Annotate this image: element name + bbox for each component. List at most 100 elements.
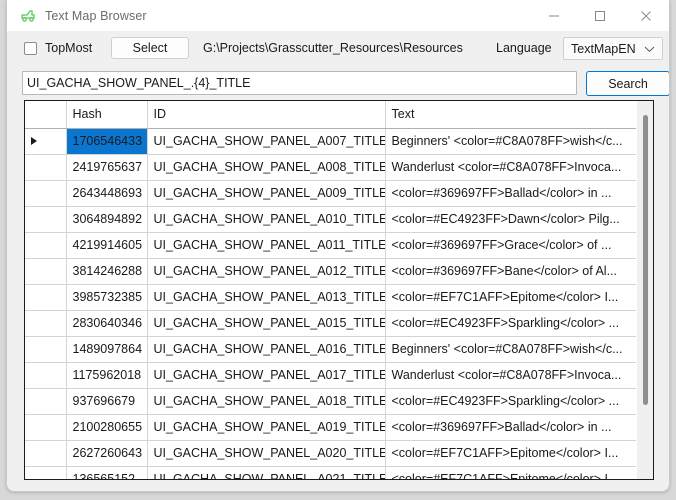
chevron-down-icon bbox=[644, 45, 655, 53]
cell-text[interactable]: Beginners' <color=#C8A078FF>wish</c... bbox=[385, 128, 637, 154]
cell-text[interactable]: <color=#369697FF>Bane</color> of Al... bbox=[385, 258, 637, 284]
cell-id[interactable]: UI_GACHA_SHOW_PANEL_A019_TITLE bbox=[147, 414, 385, 440]
table-row[interactable]: 2419765637UI_GACHA_SHOW_PANEL_A008_TITLE… bbox=[25, 154, 637, 180]
cell-id[interactable]: UI_GACHA_SHOW_PANEL_A007_TITLE bbox=[147, 128, 385, 154]
cell-text[interactable]: <color=#EC4923FF>Dawn</color> Pilg... bbox=[385, 206, 637, 232]
cell-id[interactable]: UI_GACHA_SHOW_PANEL_A008_TITLE bbox=[147, 154, 385, 180]
cell-text[interactable]: <color=#EC4923FF>Sparkling</color> ... bbox=[385, 310, 637, 336]
table-row[interactable]: 1489097864UI_GACHA_SHOW_PANEL_A016_TITLE… bbox=[25, 336, 637, 362]
cell-text[interactable]: Wanderlust <color=#C8A078FF>Invoca... bbox=[385, 154, 637, 180]
table-header-row: Hash ID Text bbox=[25, 101, 637, 128]
cell-hash[interactable]: 1706546433 bbox=[66, 128, 147, 154]
cell-text[interactable]: <color=#369697FF>Ballad</color> in ... bbox=[385, 414, 637, 440]
cell-id[interactable]: UI_GACHA_SHOW_PANEL_A018_TITLE bbox=[147, 388, 385, 414]
table-row[interactable]: 2100280655UI_GACHA_SHOW_PANEL_A019_TITLE… bbox=[25, 414, 637, 440]
cell-id[interactable]: UI_GACHA_SHOW_PANEL_A021_TITLE bbox=[147, 466, 385, 479]
cell-id[interactable]: UI_GACHA_SHOW_PANEL_A015_TITLE bbox=[147, 310, 385, 336]
cell-hash[interactable]: 3814246288 bbox=[66, 258, 147, 284]
cell-hash[interactable]: 2100280655 bbox=[66, 414, 147, 440]
row-indicator-cell[interactable] bbox=[25, 284, 66, 310]
cell-text[interactable]: Beginners' <color=#C8A078FF>wish</c... bbox=[385, 336, 637, 362]
cell-text[interactable]: <color=#EF7C1AFF>Epitome</color> I... bbox=[385, 284, 637, 310]
select-button[interactable]: Select bbox=[111, 37, 189, 59]
column-header-indicator[interactable] bbox=[25, 101, 66, 128]
window-title: Text Map Browser bbox=[45, 9, 147, 23]
table-row[interactable]: 2830640346UI_GACHA_SHOW_PANEL_A015_TITLE… bbox=[25, 310, 637, 336]
row-indicator-cell[interactable] bbox=[25, 258, 66, 284]
cell-text[interactable]: Wanderlust <color=#C8A078FF>Invoca... bbox=[385, 362, 637, 388]
row-indicator-cell[interactable] bbox=[25, 206, 66, 232]
cell-id[interactable]: UI_GACHA_SHOW_PANEL_A011_TITLE bbox=[147, 232, 385, 258]
search-button[interactable]: Search bbox=[586, 71, 670, 96]
topmost-label: TopMost bbox=[45, 41, 92, 55]
column-header-id[interactable]: ID bbox=[147, 101, 385, 128]
table-row[interactable]: 3814246288UI_GACHA_SHOW_PANEL_A012_TITLE… bbox=[25, 258, 637, 284]
table-row[interactable]: 4219914605UI_GACHA_SHOW_PANEL_A011_TITLE… bbox=[25, 232, 637, 258]
table-row[interactable]: 3985732385UI_GACHA_SHOW_PANEL_A013_TITLE… bbox=[25, 284, 637, 310]
table-row[interactable]: 2643448693UI_GACHA_SHOW_PANEL_A009_TITLE… bbox=[25, 180, 637, 206]
row-indicator-cell[interactable] bbox=[25, 128, 66, 154]
close-icon[interactable] bbox=[623, 0, 669, 31]
row-indicator-cell[interactable] bbox=[25, 362, 66, 388]
cell-text[interactable]: <color=#EC4923FF>Sparkling</color> ... bbox=[385, 388, 637, 414]
language-selected-value: TextMapEN bbox=[571, 42, 644, 56]
grid-scroll-area: Hash ID Text 1706546433UI_GACHA_SHOW_PAN… bbox=[25, 101, 637, 479]
row-indicator-cell[interactable] bbox=[25, 232, 66, 258]
cell-hash[interactable]: 1175962018 bbox=[66, 362, 147, 388]
row-indicator-cell[interactable] bbox=[25, 414, 66, 440]
grid-vertical-scrollbar-thumb[interactable] bbox=[643, 115, 648, 405]
table-row[interactable]: 3064894892UI_GACHA_SHOW_PANEL_A010_TITLE… bbox=[25, 206, 637, 232]
search-row: Search bbox=[7, 68, 669, 98]
cell-id[interactable]: UI_GACHA_SHOW_PANEL_A020_TITLE bbox=[147, 440, 385, 466]
topmost-checkbox-group[interactable]: TopMost bbox=[24, 41, 92, 55]
cell-hash[interactable]: 3064894892 bbox=[66, 206, 147, 232]
results-table: Hash ID Text 1706546433UI_GACHA_SHOW_PAN… bbox=[25, 101, 637, 479]
column-header-text[interactable]: Text bbox=[385, 101, 637, 128]
cell-hash[interactable]: 2419765637 bbox=[66, 154, 147, 180]
topmost-checkbox[interactable] bbox=[24, 42, 37, 55]
cell-id[interactable]: UI_GACHA_SHOW_PANEL_A017_TITLE bbox=[147, 362, 385, 388]
cell-hash[interactable]: 937696679 bbox=[66, 388, 147, 414]
cell-text[interactable]: <color=#EF7C1AFF>Epitome</color> I... bbox=[385, 466, 637, 479]
cell-id[interactable]: UI_GACHA_SHOW_PANEL_A016_TITLE bbox=[147, 336, 385, 362]
row-indicator-cell[interactable] bbox=[25, 336, 66, 362]
table-row[interactable]: 1706546433UI_GACHA_SHOW_PANEL_A007_TITLE… bbox=[25, 128, 637, 154]
row-indicator-cell[interactable] bbox=[25, 310, 66, 336]
cell-text[interactable]: <color=#369697FF>Ballad</color> in ... bbox=[385, 180, 637, 206]
window-controls bbox=[531, 0, 669, 31]
row-indicator-cell[interactable] bbox=[25, 466, 66, 479]
cell-id[interactable]: UI_GACHA_SHOW_PANEL_A013_TITLE bbox=[147, 284, 385, 310]
language-label: Language bbox=[496, 41, 552, 55]
cell-text[interactable]: <color=#369697FF>Grace</color> of ... bbox=[385, 232, 637, 258]
row-indicator-cell[interactable] bbox=[25, 440, 66, 466]
maximize-icon[interactable] bbox=[577, 0, 623, 31]
cell-id[interactable]: UI_GACHA_SHOW_PANEL_A010_TITLE bbox=[147, 206, 385, 232]
cell-hash[interactable]: 2627260643 bbox=[66, 440, 147, 466]
row-indicator-cell[interactable] bbox=[25, 154, 66, 180]
table-row[interactable]: 136565152UI_GACHA_SHOW_PANEL_A021_TITLE<… bbox=[25, 466, 637, 479]
cell-hash[interactable]: 136565152 bbox=[66, 466, 147, 479]
table-row[interactable]: 937696679UI_GACHA_SHOW_PANEL_A018_TITLE<… bbox=[25, 388, 637, 414]
results-grid: Hash ID Text 1706546433UI_GACHA_SHOW_PAN… bbox=[24, 100, 654, 480]
search-input[interactable] bbox=[22, 71, 577, 95]
cell-hash[interactable]: 2643448693 bbox=[66, 180, 147, 206]
cell-hash[interactable]: 2830640346 bbox=[66, 310, 147, 336]
row-indicator-cell[interactable] bbox=[25, 180, 66, 206]
language-select[interactable]: TextMapEN bbox=[563, 37, 663, 60]
current-row-arrow-icon bbox=[31, 137, 37, 145]
toolbar: TopMost Select G:\Projects\Grasscutter_R… bbox=[7, 32, 669, 66]
table-row[interactable]: 1175962018UI_GACHA_SHOW_PANEL_A017_TITLE… bbox=[25, 362, 637, 388]
cell-hash[interactable]: 1489097864 bbox=[66, 336, 147, 362]
table-body: 1706546433UI_GACHA_SHOW_PANEL_A007_TITLE… bbox=[25, 128, 637, 479]
cell-id[interactable]: UI_GACHA_SHOW_PANEL_A012_TITLE bbox=[147, 258, 385, 284]
cell-text[interactable]: <color=#EF7C1AFF>Epitome</color> I... bbox=[385, 440, 637, 466]
cell-hash[interactable]: 3985732385 bbox=[66, 284, 147, 310]
grid-vertical-scrollbar[interactable] bbox=[636, 101, 653, 479]
cell-id[interactable]: UI_GACHA_SHOW_PANEL_A009_TITLE bbox=[147, 180, 385, 206]
title-bar: Text Map Browser bbox=[7, 0, 669, 32]
cell-hash[interactable]: 4219914605 bbox=[66, 232, 147, 258]
row-indicator-cell[interactable] bbox=[25, 388, 66, 414]
minimize-icon[interactable] bbox=[531, 0, 577, 31]
table-row[interactable]: 2627260643UI_GACHA_SHOW_PANEL_A020_TITLE… bbox=[25, 440, 637, 466]
column-header-hash[interactable]: Hash bbox=[66, 101, 147, 128]
